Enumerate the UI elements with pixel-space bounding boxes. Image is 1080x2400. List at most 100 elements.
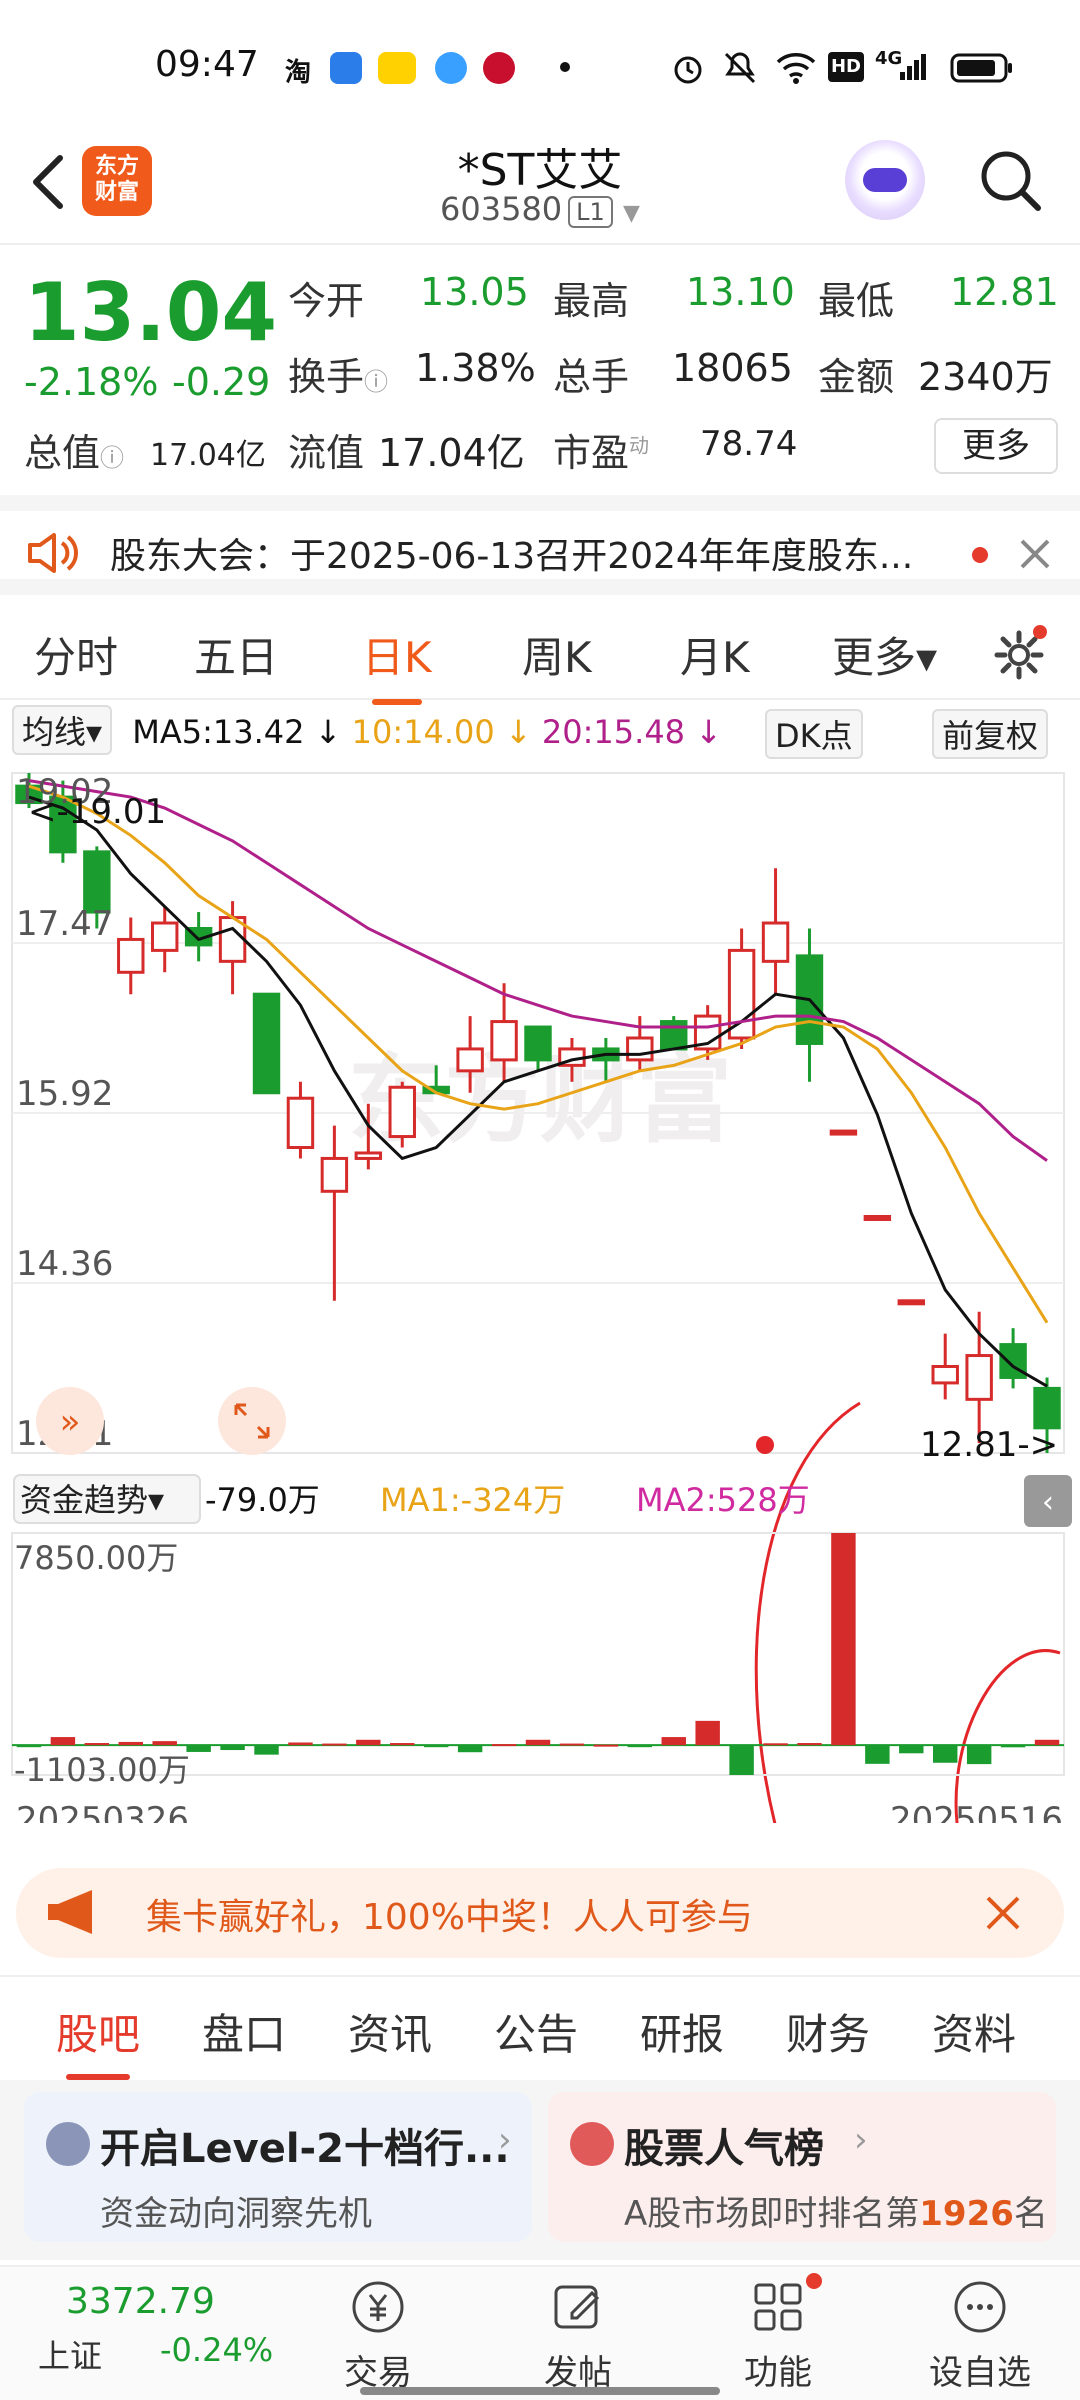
flow-selector-label: 资金趋势▾ (20, 1481, 164, 1519)
unread-dot (972, 547, 988, 563)
flow-bar (525, 1739, 551, 1746)
flow-bar (50, 1737, 76, 1746)
date-end: 20250516 (890, 1800, 1063, 1823)
tab-finance[interactable]: 财务 (786, 2001, 870, 2062)
status-bar: 09:47 淘 HD 4G (0, 0, 1080, 130)
flow-bar (186, 1745, 211, 1752)
tab-guba[interactable]: 股吧 (56, 2001, 140, 2080)
candle-body (965, 1354, 993, 1401)
candle-body (761, 921, 790, 963)
dk-point-button[interactable]: DK点 (765, 709, 863, 759)
taobao-icon: 淘 (285, 52, 317, 88)
chevron-right-icon: › (854, 2120, 868, 2160)
tab-weekly-k[interactable]: 周K (522, 624, 592, 685)
flow-bar (797, 1743, 822, 1746)
adjust-forward-button[interactable]: 前复权 (932, 709, 1049, 759)
announcement-bar[interactable]: 股东大会：于2025-06-13召开2024年年度股东... (0, 495, 1080, 595)
flow-bar (763, 1743, 788, 1746)
announcement-text: 股东大会：于2025-06-13召开2024年年度股东... (110, 536, 914, 577)
tab-monthly-k[interactable]: 月K (680, 624, 750, 685)
stock-code[interactable]: 603580 L1 ▼ (440, 190, 640, 228)
open-label: 今开 (288, 279, 365, 323)
low-value: 12.81 (950, 270, 1059, 314)
assistant-robot-icon[interactable] (845, 140, 925, 220)
fullscreen-button[interactable] (218, 1387, 286, 1455)
level-badge: L1 (568, 196, 613, 228)
level2-card[interactable]: 开启Level-2十档行... › 资金动向洞察先机 (24, 2092, 532, 2242)
edit-icon (554, 2285, 600, 2329)
flow-bar (627, 1745, 653, 1748)
flow-ma2: MA2:528万 (636, 1481, 810, 1519)
turnover-value: 1.38% (415, 346, 536, 390)
pe-label: 市盈动 (553, 431, 650, 475)
promo-banner[interactable]: 集卡赢好礼，100%中奖！人人可参与 (16, 1868, 1064, 1958)
flow-bar (254, 1745, 279, 1755)
search-icon[interactable] (978, 148, 1042, 212)
change-pct: -2.18% (24, 360, 159, 404)
chart-area: 均线▾ MA5:13.42 ↓ 10:14.00 ↓ 20:15.48 ↓ DK… (0, 705, 1080, 1825)
amount-label: 金额 (818, 355, 895, 399)
bank-icon (483, 52, 515, 84)
nav-post[interactable]: 发帖 (518, 2277, 638, 2394)
notification-dot (560, 62, 570, 72)
clock: 09:47 (155, 44, 259, 85)
close-icon[interactable] (1018, 537, 1052, 571)
y-tick-label: 17.47 (16, 904, 113, 944)
open-value: 13.05 (420, 270, 529, 314)
gear-icon[interactable] (990, 624, 1048, 682)
level2-subtitle: 资金动向洞察先机 (100, 2194, 372, 2234)
tab-pankou[interactable]: 盘口 (202, 2001, 286, 2062)
flow-y-top: 7850.00万 (14, 1539, 178, 1577)
flow-bar (1034, 1739, 1060, 1746)
flow-bar (899, 1745, 924, 1754)
tab-more[interactable]: 更多▾ (832, 624, 937, 685)
promo-cards: 开启Level-2十档行... › 资金动向洞察先机 股票人气榜 › A股市场即… (0, 2080, 1080, 2260)
tab-profile[interactable]: 资料 (932, 2001, 1016, 2062)
float-value: 17.04亿 (378, 431, 525, 475)
index-value[interactable]: 3372.79 (66, 2281, 215, 2322)
tab-daily-k[interactable]: 日K (362, 624, 432, 705)
y-tick-label: 14.36 (16, 1244, 113, 1284)
chevron-left-icon: ‹ (1042, 1485, 1054, 1520)
badge-dot (806, 2273, 822, 2289)
home-indicator (360, 2387, 720, 2395)
hd-icon: HD (828, 52, 864, 82)
flow-bar (593, 1744, 619, 1747)
flow-value: -79.0万 (205, 1481, 320, 1519)
hand-drawn-annotation (954, 1649, 1061, 1823)
alarm-icon (674, 56, 702, 84)
tab-announcement[interactable]: 公告 (494, 2001, 578, 2062)
nav-functions[interactable]: 功能 (718, 2273, 838, 2394)
ma5-value: MA5:13.42 (132, 713, 305, 751)
more-button[interactable]: 更多 (934, 418, 1058, 474)
tab-research[interactable]: 研报 (640, 2001, 724, 2062)
candle-body (286, 1096, 315, 1149)
flow-bar (390, 1743, 415, 1746)
stock-header: 东方 财富 *ST艾艾 603580 L1 ▼ (0, 130, 1080, 245)
popularity-card[interactable]: 股票人气榜 › A股市场即时排名第1926名 (548, 2092, 1056, 2242)
nav-trade[interactable]: 交易 (318, 2277, 438, 2394)
tab-intraday[interactable]: 分时 (34, 624, 118, 685)
popularity-title: 股票人气榜 (624, 2126, 824, 2172)
candle-body (354, 1151, 383, 1160)
chart-period-tabs: 分时 五日 日K 周K 月K 更多▾ (0, 610, 1080, 705)
tab-news[interactable]: 资讯 (348, 2001, 432, 2062)
kline-chart[interactable]: 东方财富 19.0217.4715.9214.3612.81 <-19.01 1… (0, 763, 1080, 1823)
y-tick-label: 15.92 (16, 1074, 113, 1114)
candle-body (524, 1025, 552, 1062)
content-tabs: 股吧 盘口 资讯 公告 研报 财务 资料 (0, 1975, 1080, 2080)
flow-bar (84, 1743, 110, 1746)
close-icon[interactable] (984, 1894, 1022, 1932)
candle-body (1033, 1386, 1061, 1430)
flow-bar (356, 1739, 381, 1746)
index-change: -0.24% (160, 2331, 274, 2369)
flow-bar (1000, 1745, 1026, 1748)
flow-y-bottom: -1103.00万 (14, 1751, 190, 1789)
files-icon (330, 52, 362, 84)
flow-bar (118, 1741, 143, 1746)
flow-bar (933, 1745, 958, 1763)
flow-bar (220, 1745, 245, 1751)
tab-five-day[interactable]: 五日 (194, 624, 278, 685)
nav-watchlist[interactable]: 设自选 (920, 2277, 1040, 2394)
indicator-selector[interactable]: 均线▾ (12, 705, 113, 755)
